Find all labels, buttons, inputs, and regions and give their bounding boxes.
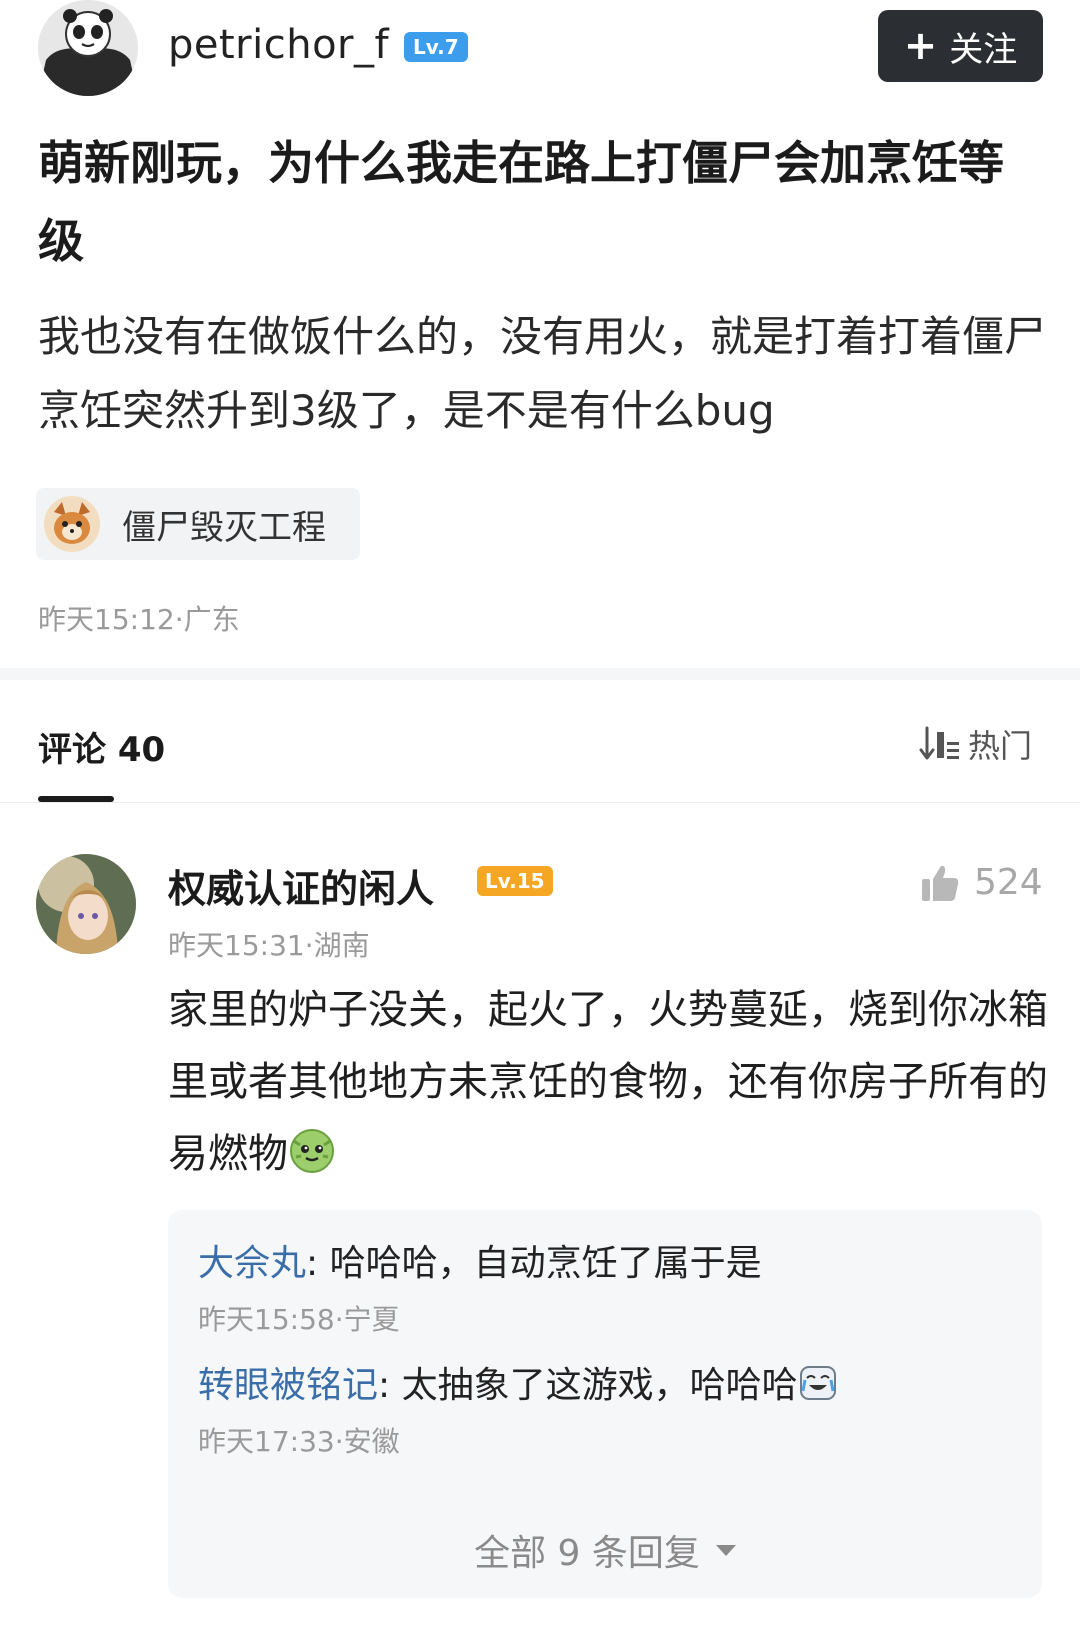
topic-tag[interactable]: 僵尸毁灭工程 xyxy=(36,488,360,560)
author-avatar[interactable] xyxy=(38,0,138,96)
author-level-badge: Lv.7 xyxy=(404,32,468,62)
post-detail-page: petrichor_f Lv.7 + 关注 萌新刚玩，为什么我走在路上打僵尸会加… xyxy=(0,0,1080,1638)
commenter-name[interactable]: 权威认证的闲人 xyxy=(168,858,434,913)
like-button[interactable]: 524 xyxy=(920,862,1043,903)
reply-text: 哈哈哈，自动烹饪了属于是 xyxy=(329,1243,762,1284)
reply-text: 太抽象了这游戏，哈哈哈 xyxy=(401,1365,798,1406)
follow-button[interactable]: + 关注 xyxy=(878,10,1043,82)
follow-label: 关注 xyxy=(949,29,1018,70)
post-header: petrichor_f Lv.7 + 关注 xyxy=(0,0,1080,110)
plus-icon: + xyxy=(903,23,938,69)
thumbs-up-icon xyxy=(922,865,959,901)
reply-colon: : xyxy=(378,1365,402,1406)
post-body: 我也没有在做饭什么的，没有用火，就是打着打着僵尸烹饪突然升到3级了，是不是有什么… xyxy=(38,312,1047,435)
view-all-label: 全部 9 条回复 xyxy=(474,1533,700,1574)
replies-container: 大佘丸: 哈哈哈，自动烹饪了属于是 昨天15:58·宁夏 转眼被铭记: 太抽象了… xyxy=(168,1210,1042,1598)
like-count: 524 xyxy=(974,862,1043,903)
reply-author[interactable]: 转眼被铭记 xyxy=(198,1365,378,1406)
reply-line: 大佘丸: 哈哈哈，自动烹饪了属于是 xyxy=(198,1240,1018,1288)
reply-timestamp-location: 昨天17:33·安徽 xyxy=(198,1425,400,1458)
comments-divider xyxy=(0,802,1080,803)
chevron-down-icon xyxy=(715,1544,736,1556)
section-separator xyxy=(0,668,1080,680)
sort-label: 热门 xyxy=(968,727,1033,765)
reply-item[interactable]: 大佘丸: 哈哈哈，自动烹饪了属于是 昨天15:58·宁夏 xyxy=(198,1240,1018,1338)
comments-tab[interactable]: 评论 40 xyxy=(38,722,165,771)
commenter-avatar[interactable] xyxy=(36,854,136,954)
commenter-level-badge: Lv.15 xyxy=(477,866,553,896)
view-all-replies-button[interactable]: 全部 9 条回复 xyxy=(168,1524,1042,1576)
comment-body: 家里的炉子没关，起火了，火势蔓延，烧到你冰箱里或者其他地方未烹饪的食物，还有你房… xyxy=(168,974,1048,1190)
topic-label: 僵尸毁灭工程 xyxy=(122,507,326,548)
laugh-cry-emoji-icon xyxy=(799,1366,836,1400)
raccoon-mascot-icon xyxy=(44,496,100,552)
reply-line: 转眼被铭记: 太抽象了这游戏，哈哈哈 xyxy=(198,1362,1018,1410)
green-monster-emoji-icon xyxy=(290,1129,334,1173)
reply-item[interactable]: 转眼被铭记: 太抽象了这游戏，哈哈哈 昨天17:33·安徽 xyxy=(198,1362,1018,1460)
post-timestamp-location: 昨天15:12·广东 xyxy=(38,603,240,636)
post-title: 萌新刚玩，为什么我走在路上打僵尸会加烹饪等级 xyxy=(38,136,1004,268)
sort-hot-button[interactable]: 热门 xyxy=(918,722,1032,766)
sort-icon xyxy=(919,726,959,760)
reply-timestamp-location: 昨天15:58·宁夏 xyxy=(198,1303,400,1336)
comment-timestamp-location: 昨天15:31·湖南 xyxy=(168,929,370,962)
reply-colon: : xyxy=(306,1243,330,1284)
author-username[interactable]: petrichor_f xyxy=(168,22,389,68)
reply-author[interactable]: 大佘丸 xyxy=(198,1243,306,1284)
